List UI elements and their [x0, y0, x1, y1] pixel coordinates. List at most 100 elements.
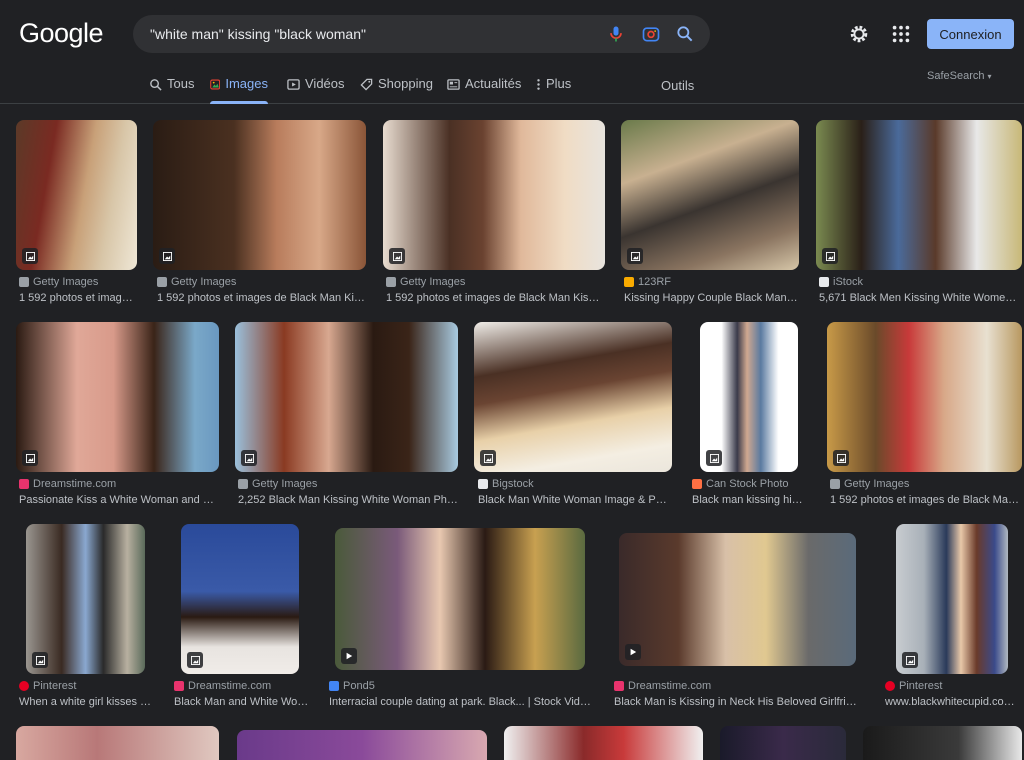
- result-source[interactable]: Getty Images: [157, 276, 362, 288]
- result-caption[interactable]: 5,671 Black Men Kissing White Women St..…: [819, 292, 1022, 304]
- result-source[interactable]: iStock: [819, 276, 1019, 288]
- result-thumbnail[interactable]: [619, 533, 856, 666]
- result-thumbnail[interactable]: [16, 726, 219, 760]
- dreamstime-favicon-icon: [19, 479, 29, 489]
- play-icon: [625, 644, 641, 660]
- result-caption[interactable]: 1 592 photos et images de Black Man ...: [830, 494, 1022, 506]
- tab-label: Tous: [167, 76, 195, 91]
- result-source[interactable]: Pinterest: [885, 680, 1020, 692]
- image-icon: [210, 79, 221, 90]
- tab-shopping[interactable]: Shopping: [360, 76, 433, 104]
- result-caption[interactable]: Kissing Happy Couple Black Man A...: [624, 292, 799, 304]
- google-logo[interactable]: Google: [19, 18, 104, 49]
- gear-icon[interactable]: [848, 23, 870, 45]
- result-source[interactable]: Getty Images: [19, 276, 137, 288]
- result-caption[interactable]: Black man kissing his ...: [692, 494, 807, 506]
- result-caption[interactable]: When a white girl kisses a ...: [19, 696, 154, 708]
- result-thumbnail[interactable]: [153, 120, 366, 270]
- result-caption[interactable]: 1 592 photos et images de Black Man Kiss…: [157, 292, 366, 304]
- result-source[interactable]: Pinterest: [19, 680, 154, 692]
- result-caption[interactable]: 1 592 photos et image...: [19, 292, 137, 304]
- result-caption[interactable]: Passionate Kiss a White Woman and Bla...: [19, 494, 217, 506]
- search-input[interactable]: "white man" kissing "black woman": [150, 26, 366, 42]
- result-thumbnail[interactable]: [474, 322, 672, 472]
- result-caption[interactable]: Black Man is Kissing in Neck His Beloved…: [614, 696, 860, 708]
- image-type-icon: [822, 248, 838, 264]
- result-source[interactable]: 123RF: [624, 276, 799, 288]
- chevron-down-icon: ▾: [987, 72, 992, 81]
- getty-favicon-icon: [19, 277, 29, 287]
- tab-all[interactable]: Tous: [149, 76, 194, 104]
- result-caption[interactable]: www.blackwhitecupid.com ...: [885, 696, 1020, 708]
- search-box[interactable]: "white man" kissing "black woman": [133, 15, 710, 53]
- result-source[interactable]: Dreamstime.com: [614, 680, 860, 692]
- result-caption[interactable]: Interracial couple dating at park. Black…: [329, 696, 591, 708]
- tools-button[interactable]: Outils: [661, 78, 694, 93]
- tab-label: Vidéos: [305, 76, 345, 91]
- getty-favicon-icon: [386, 277, 396, 287]
- getty-favicon-icon: [157, 277, 167, 287]
- result-thumbnail[interactable]: [816, 120, 1022, 270]
- result-source[interactable]: Getty Images: [830, 478, 1020, 490]
- image-type-icon: [187, 652, 203, 668]
- tab-more[interactable]: Plus: [536, 76, 571, 104]
- video-icon: [287, 79, 300, 90]
- result-thumbnail[interactable]: [863, 726, 1022, 760]
- image-type-icon: [389, 248, 405, 264]
- image-type-icon: [159, 248, 175, 264]
- pinterest-favicon-icon: [19, 681, 29, 691]
- result-thumbnail[interactable]: [235, 322, 458, 472]
- result-thumbnail[interactable]: [335, 528, 585, 670]
- more-icon: [537, 79, 540, 90]
- image-type-icon: [241, 450, 257, 466]
- result-caption[interactable]: 1 592 photos et images de Black Man Kiss…: [386, 292, 604, 304]
- result-thumbnail[interactable]: [621, 120, 799, 270]
- apps-grid-icon[interactable]: [890, 23, 912, 45]
- result-thumbnail[interactable]: [26, 524, 145, 674]
- tab-news[interactable]: Actualités: [447, 76, 521, 104]
- sign-in-button[interactable]: Connexion: [927, 19, 1014, 49]
- result-caption[interactable]: Black Man and White Wom...: [174, 696, 309, 708]
- result-source[interactable]: Getty Images: [386, 276, 601, 288]
- result-thumbnail[interactable]: [181, 524, 299, 674]
- result-thumbnail[interactable]: [383, 120, 605, 270]
- tab-label: Plus: [546, 76, 572, 91]
- istock-favicon-icon: [819, 277, 829, 287]
- search-tabs: Tous Images Vidéos Shopping Actualités P…: [0, 68, 1024, 104]
- camera-lens-icon[interactable]: [641, 24, 661, 44]
- image-type-icon: [706, 450, 722, 466]
- tab-images[interactable]: Images: [210, 76, 268, 104]
- getty-favicon-icon: [830, 479, 840, 489]
- tab-label: Shopping: [378, 76, 433, 91]
- result-source[interactable]: Dreamstime.com: [19, 478, 219, 490]
- tag-icon: [360, 78, 373, 91]
- result-thumbnail[interactable]: [237, 730, 487, 760]
- result-caption[interactable]: Black Man White Woman Image & Phot...: [478, 494, 672, 506]
- result-source[interactable]: Getty Images: [238, 478, 456, 490]
- result-caption[interactable]: 2,252 Black Man Kissing White Woman Phot…: [238, 494, 458, 506]
- result-thumbnail[interactable]: [504, 726, 703, 760]
- image-type-icon: [22, 248, 38, 264]
- microphone-icon[interactable]: [606, 24, 626, 44]
- 123rf-favicon-icon: [624, 277, 634, 287]
- result-source[interactable]: Dreamstime.com: [174, 680, 309, 692]
- result-thumbnail[interactable]: [700, 322, 798, 472]
- safesearch-menu[interactable]: SafeSearch ▾: [927, 70, 992, 82]
- tab-videos[interactable]: Vidéos: [287, 76, 345, 104]
- bigstock-favicon-icon: [478, 479, 488, 489]
- getty-favicon-icon: [238, 479, 248, 489]
- result-source[interactable]: Can Stock Photo: [692, 478, 807, 490]
- result-thumbnail[interactable]: [16, 322, 219, 472]
- tab-label: Actualités: [465, 76, 522, 91]
- image-type-icon: [480, 450, 496, 466]
- search-icon[interactable]: [675, 24, 695, 44]
- result-source[interactable]: Pond5: [329, 680, 589, 692]
- result-thumbnail[interactable]: [827, 322, 1022, 472]
- result-thumbnail[interactable]: [16, 120, 137, 270]
- image-type-icon: [627, 248, 643, 264]
- image-type-icon: [902, 652, 918, 668]
- result-thumbnail[interactable]: [896, 524, 1008, 674]
- result-source[interactable]: Bigstock: [478, 478, 672, 490]
- canstock-favicon-icon: [692, 479, 702, 489]
- result-thumbnail[interactable]: [720, 726, 846, 760]
